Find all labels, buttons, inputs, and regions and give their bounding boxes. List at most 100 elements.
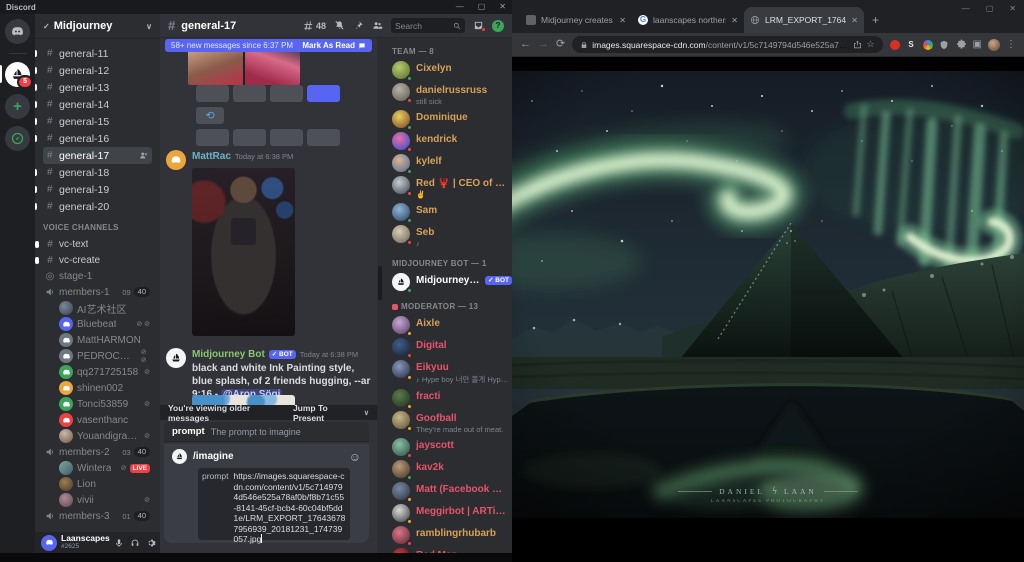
shield-icon[interactable] <box>939 39 950 50</box>
autocomplete-option[interactable]: prompt <box>172 426 205 437</box>
reroll-button[interactable]: ⟲ <box>196 107 224 124</box>
voice-row[interactable]: # ◎ vivii ⊘ <box>43 492 152 508</box>
member-row[interactable]: kendrick <box>390 130 512 153</box>
member-row[interactable]: ramblingrhubarb <box>390 524 512 547</box>
upscale-button[interactable] <box>196 85 229 102</box>
upscale-button[interactable] <box>233 85 266 102</box>
voice-row[interactable]: # ◎ Lion <box>43 476 152 492</box>
tab-midjourney-article[interactable]: Midjourney creates photorealis ✕ <box>520 7 632 33</box>
voice-row[interactable]: # ◎ vc-text <box>35 236 152 252</box>
channel-item[interactable]: # general-19 <box>35 181 152 198</box>
gym-selfie-image[interactable] <box>192 168 295 336</box>
variation-button[interactable] <box>307 129 340 146</box>
message-input-box[interactable]: /imagine ☺ prompt https://images.squares… <box>164 444 369 544</box>
kebab-menu-icon[interactable]: ⋮ <box>1006 39 1016 50</box>
bookmark-star-icon[interactable]: ☆ <box>866 39 874 50</box>
voice-row[interactable]: # ◎ Tonci53859 ⊘ <box>43 396 152 412</box>
gear-icon[interactable] <box>146 538 156 548</box>
member-row[interactable]: Goofball They're made out of meat. <box>390 409 512 436</box>
message-author[interactable]: MattRac <box>192 151 231 162</box>
prompt-parameter-box[interactable]: prompt https://images.squarespace-cdn.co… <box>198 468 350 544</box>
member-row[interactable]: fracti <box>390 387 512 410</box>
param-value-input[interactable]: https://images.squarespace-cdn.com/conte… <box>233 471 346 544</box>
minimize-button[interactable]: — <box>962 4 970 13</box>
voice-row[interactable]: # ◎ members-3 01 40 <box>43 508 152 524</box>
search-box[interactable] <box>391 18 465 33</box>
share-icon[interactable] <box>853 40 862 49</box>
channel-item[interactable]: # general-15 <box>35 113 152 130</box>
extension-icon-s[interactable]: S <box>906 39 917 50</box>
new-messages-bar[interactable]: 58+ new messages since 6:37 PM Mark As R… <box>165 39 372 52</box>
close-tab-icon[interactable]: ✕ <box>731 16 738 25</box>
member-row[interactable]: kav2k <box>390 458 512 481</box>
member-row[interactable]: Dominique <box>390 108 512 131</box>
channel-item[interactable]: # general-17 <box>43 147 152 164</box>
back-button[interactable]: ← <box>520 39 531 50</box>
avatar[interactable] <box>166 348 186 368</box>
command-autocomplete[interactable]: prompt The prompt to imagine <box>164 422 369 442</box>
maximize-button[interactable]: ▢ <box>986 4 994 13</box>
member-row[interactable]: Red 🦞 | CEO of bugs … ✌ <box>390 174 512 201</box>
close-button[interactable]: ✕ <box>499 0 506 14</box>
member-row[interactable]: Midjourney Bot ✓ BOT <box>390 271 512 294</box>
extension-icon-red[interactable] <box>889 39 900 50</box>
voice-row[interactable]: # ◎ vc-create <box>35 252 152 268</box>
message-author[interactable]: Midjourney Bot <box>192 349 265 360</box>
tab-groups-icon[interactable]: ▣ <box>973 39 982 50</box>
members-icon[interactable] <box>372 20 383 31</box>
member-row[interactable]: Digital <box>390 336 512 359</box>
add-server-button[interactable]: + <box>5 94 30 119</box>
member-row[interactable]: danielrussruss still sick <box>390 81 512 108</box>
channel-item[interactable]: # general-18 <box>35 164 152 181</box>
profile-avatar[interactable] <box>988 38 1000 51</box>
puzzle-extensions-icon[interactable] <box>956 39 967 50</box>
mic-icon[interactable] <box>114 538 124 548</box>
channel-item[interactable]: # general-11 <box>35 45 152 62</box>
member-row[interactable]: kylelf <box>390 152 512 175</box>
voice-row[interactable]: # ◎ Wintera ⊘ LIVE <box>43 460 152 476</box>
member-row[interactable]: jayscott <box>390 436 512 459</box>
inbox-button[interactable] <box>473 20 486 32</box>
member-row[interactable]: Matt (Facebook mod) <box>390 480 512 503</box>
voice-row[interactable]: # ◎ Youandigraphics ⊘ <box>43 428 152 444</box>
voice-row[interactable]: # ◎ MattHARMON <box>43 332 152 348</box>
threads-button[interactable]: 48 <box>303 20 326 31</box>
forward-button[interactable]: → <box>538 39 549 50</box>
scrollbar-thumb[interactable] <box>378 266 382 300</box>
voice-row[interactable]: # ◎ shinen002 <box>43 380 152 396</box>
minimize-button[interactable]: — <box>456 0 464 14</box>
jump-to-present-button[interactable]: Jump To Present ∨ <box>293 403 369 423</box>
voice-row[interactable]: # ◎ AI艺术社区 <box>43 300 152 316</box>
extension-icon-colorful[interactable] <box>922 39 933 50</box>
variation-button[interactable] <box>233 129 266 146</box>
emoji-picker-icon[interactable]: ☺ <box>349 451 361 463</box>
explore-servers-button[interactable] <box>5 126 30 151</box>
close-tab-icon[interactable]: ✕ <box>851 16 858 25</box>
server-icon-midjourney[interactable]: 5 <box>0 62 33 89</box>
voice-section-header[interactable]: VOICE CHANNELS <box>43 223 152 232</box>
upscale-button[interactable] <box>307 85 340 102</box>
address-bar[interactable]: images.squarespace-cdn.com/content/v1/5c… <box>572 36 883 53</box>
pin-icon[interactable] <box>353 20 364 31</box>
voice-row[interactable]: # ◎ members-1 09 40 <box>43 284 152 300</box>
headphones-icon[interactable] <box>130 538 140 548</box>
member-row[interactable]: Sam <box>390 201 512 224</box>
bell-slash-icon[interactable] <box>334 20 345 31</box>
channel-item[interactable]: # general-13 <box>35 79 152 96</box>
voice-row[interactable]: # ◎ PEDROCOELHO… ⊘ ⊘ <box>43 348 152 364</box>
avatar[interactable] <box>41 534 57 551</box>
close-button[interactable]: ✕ <box>1009 4 1016 13</box>
channel-item[interactable]: # general-20 <box>35 198 152 215</box>
member-row[interactable]: Cixelyn <box>390 59 512 82</box>
reload-button[interactable]: ⟳ <box>556 39 565 50</box>
voice-row[interactable]: # ◎ vasenthanc <box>43 412 152 428</box>
member-row[interactable]: Aixle <box>390 314 512 337</box>
tab-image-active[interactable]: LRM_EXPORT_17643678795693 ✕ <box>744 7 864 33</box>
channel-item[interactable]: # general-14 <box>35 96 152 113</box>
upscale-button[interactable] <box>270 85 303 102</box>
variation-button[interactable] <box>196 129 229 146</box>
help-icon[interactable]: ? <box>492 19 504 32</box>
avatar[interactable] <box>166 150 186 170</box>
home-button[interactable] <box>5 19 30 44</box>
server-header[interactable]: ✓ Midjourney ∨ <box>35 14 160 39</box>
